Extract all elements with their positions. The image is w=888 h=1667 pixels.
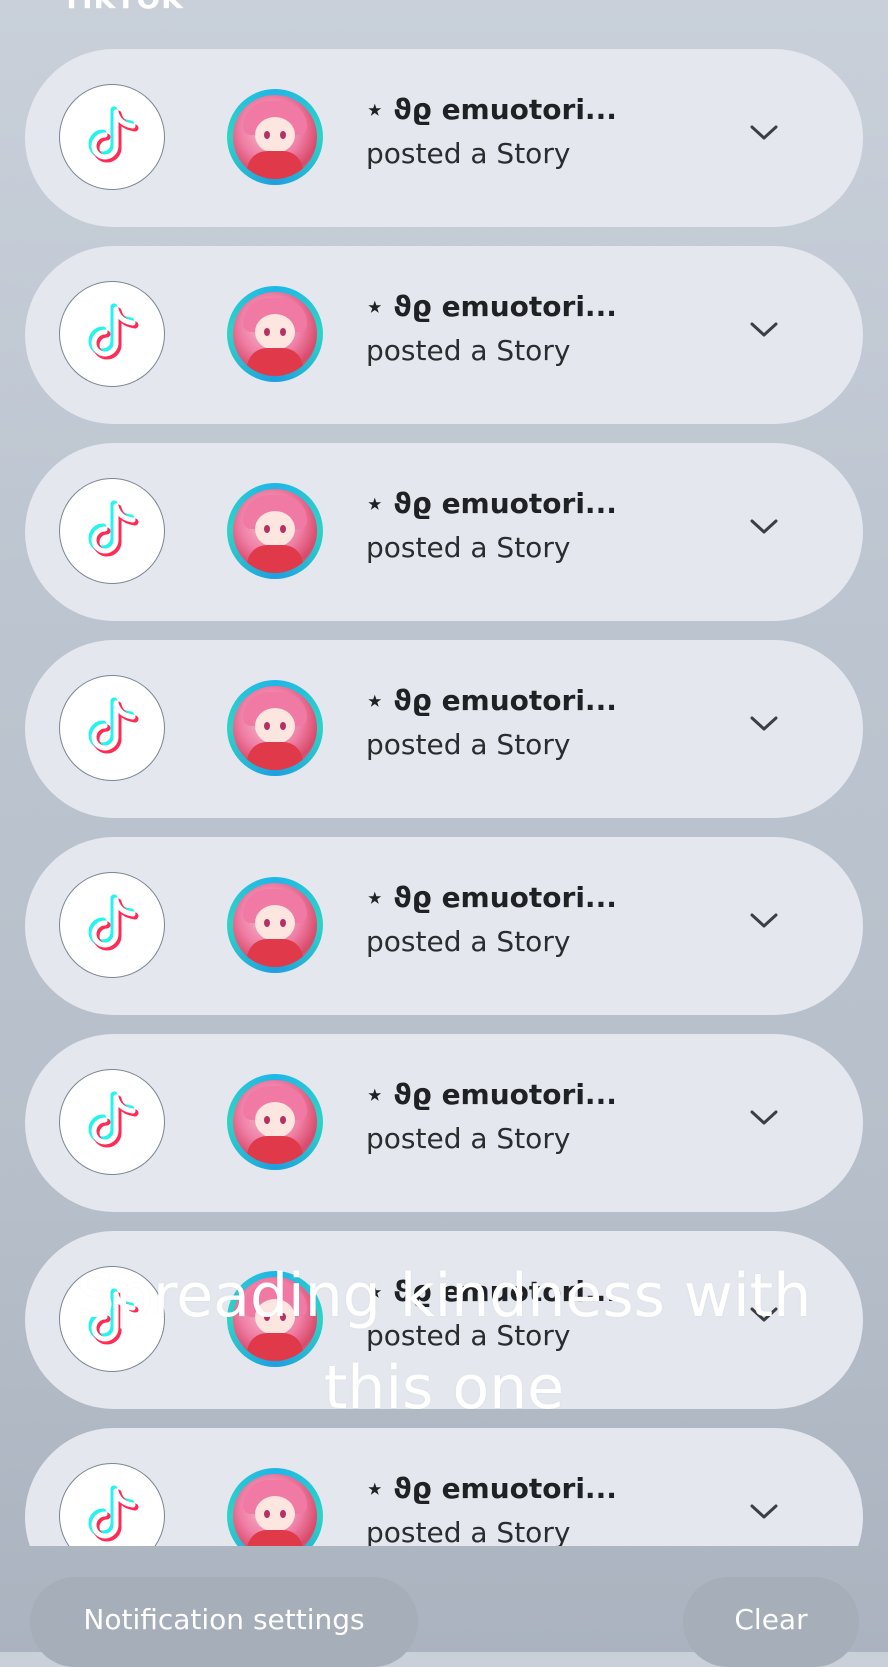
avatar[interactable] bbox=[227, 89, 323, 185]
avatar-image bbox=[233, 1080, 317, 1164]
chevron-down-icon[interactable] bbox=[748, 714, 780, 734]
avatar-face bbox=[255, 905, 295, 941]
chevron-down-icon[interactable] bbox=[748, 320, 780, 340]
tiktok-logo-icon bbox=[59, 478, 165, 584]
notification-card[interactable]: ⋆ ϑϱ emuotori... posted a Story bbox=[25, 1034, 863, 1212]
avatar-eye bbox=[280, 1313, 286, 1321]
avatar-face bbox=[255, 708, 295, 744]
notification-title: ⋆ ϑϱ emuotori... bbox=[366, 1078, 617, 1111]
avatar-eye bbox=[264, 1116, 270, 1124]
avatar-body bbox=[247, 742, 303, 770]
avatar-eye bbox=[280, 1116, 286, 1124]
avatar-face bbox=[255, 314, 295, 350]
chevron-down-icon[interactable] bbox=[748, 1108, 780, 1128]
avatar-image bbox=[233, 883, 317, 967]
notification-text: posted a Story bbox=[366, 728, 571, 761]
notification-card[interactable]: ⋆ ϑϱ emuotori... posted a Story bbox=[25, 640, 863, 818]
avatar[interactable] bbox=[227, 1271, 323, 1367]
avatar-face bbox=[255, 1102, 295, 1138]
avatar-image bbox=[233, 1474, 317, 1546]
avatar-eye bbox=[280, 1510, 286, 1518]
avatar-image bbox=[233, 95, 317, 179]
avatar-eye bbox=[280, 131, 286, 139]
avatar-body bbox=[247, 1333, 303, 1361]
notification-card[interactable]: ⋆ ϑϱ emuotori... posted a Story bbox=[25, 246, 863, 424]
avatar-eye bbox=[280, 919, 286, 927]
avatar-eye bbox=[280, 328, 286, 336]
chevron-down-icon[interactable] bbox=[748, 1502, 780, 1522]
avatar-body bbox=[247, 545, 303, 573]
notification-card[interactable]: ⋆ ϑϱ emuotori... posted a Story bbox=[25, 1231, 863, 1409]
avatar-eye bbox=[264, 525, 270, 533]
avatar-face bbox=[255, 117, 295, 153]
avatar-body bbox=[247, 348, 303, 376]
notification-title: ⋆ ϑϱ emuotori... bbox=[366, 1472, 617, 1505]
notification-text: posted a Story bbox=[366, 1319, 571, 1352]
notification-title: ⋆ ϑϱ emuotori... bbox=[366, 684, 617, 717]
notification-title: ⋆ ϑϱ emuotori... bbox=[366, 487, 617, 520]
chevron-down-icon[interactable] bbox=[748, 517, 780, 537]
notification-text: posted a Story bbox=[366, 334, 571, 367]
avatar[interactable] bbox=[227, 1074, 323, 1170]
notification-text: posted a Story bbox=[366, 925, 571, 958]
chevron-down-icon[interactable] bbox=[748, 1305, 780, 1325]
tiktok-logo-icon bbox=[59, 675, 165, 781]
tiktok-logo-icon bbox=[59, 281, 165, 387]
notification-settings-button[interactable]: Notification settings bbox=[30, 1577, 418, 1667]
avatar-body bbox=[247, 1136, 303, 1164]
avatar[interactable] bbox=[227, 483, 323, 579]
avatar-eye bbox=[264, 131, 270, 139]
notification-title: ⋆ ϑϱ emuotori... bbox=[366, 1275, 617, 1308]
avatar-body bbox=[247, 1530, 303, 1546]
avatar-face bbox=[255, 511, 295, 547]
tiktok-logo-icon bbox=[59, 1463, 165, 1546]
notification-card[interactable]: ⋆ ϑϱ emuotori... posted a Story bbox=[25, 49, 863, 227]
chevron-down-icon[interactable] bbox=[748, 911, 780, 931]
notification-card[interactable]: ⋆ ϑϱ emuotori... posted a Story bbox=[25, 443, 863, 621]
notification-title: ⋆ ϑϱ emuotori... bbox=[366, 93, 617, 126]
notification-text: posted a Story bbox=[366, 1516, 571, 1546]
avatar-eye bbox=[264, 1313, 270, 1321]
avatar-eye bbox=[264, 1510, 270, 1518]
tiktok-logo-icon bbox=[59, 1266, 165, 1372]
avatar-image bbox=[233, 292, 317, 376]
tiktok-logo-icon bbox=[59, 1069, 165, 1175]
chevron-down-icon[interactable] bbox=[748, 123, 780, 143]
avatar-eye bbox=[280, 525, 286, 533]
notification-list: ⋆ ϑϱ emuotori... posted a Story ⋆ ϑϱ emu… bbox=[0, 0, 888, 1546]
notification-title: ⋆ ϑϱ emuotori... bbox=[366, 881, 617, 914]
tiktok-logo-icon bbox=[59, 872, 165, 978]
avatar[interactable] bbox=[227, 1468, 323, 1546]
notification-card[interactable]: ⋆ ϑϱ emuotori... posted a Story bbox=[25, 837, 863, 1015]
avatar[interactable] bbox=[227, 877, 323, 973]
avatar-eye bbox=[264, 328, 270, 336]
avatar-eye bbox=[264, 919, 270, 927]
notification-text: posted a Story bbox=[366, 531, 571, 564]
avatar-body bbox=[247, 151, 303, 179]
notification-title: ⋆ ϑϱ emuotori... bbox=[366, 290, 617, 323]
avatar-face bbox=[255, 1496, 295, 1532]
avatar-image bbox=[233, 489, 317, 573]
notification-text: posted a Story bbox=[366, 137, 571, 170]
avatar-image bbox=[233, 686, 317, 770]
avatar-face bbox=[255, 1299, 295, 1335]
tiktok-logo-icon bbox=[59, 84, 165, 190]
notification-text: posted a Story bbox=[366, 1122, 571, 1155]
avatar[interactable] bbox=[227, 680, 323, 776]
avatar-body bbox=[247, 939, 303, 967]
avatar-eye bbox=[280, 722, 286, 730]
avatar[interactable] bbox=[227, 286, 323, 382]
notification-card[interactable]: ⋆ ϑϱ emuotori... posted a Story bbox=[25, 1428, 863, 1546]
avatar-image bbox=[233, 1277, 317, 1361]
avatar-eye bbox=[264, 722, 270, 730]
clear-button[interactable]: Clear bbox=[683, 1577, 859, 1667]
